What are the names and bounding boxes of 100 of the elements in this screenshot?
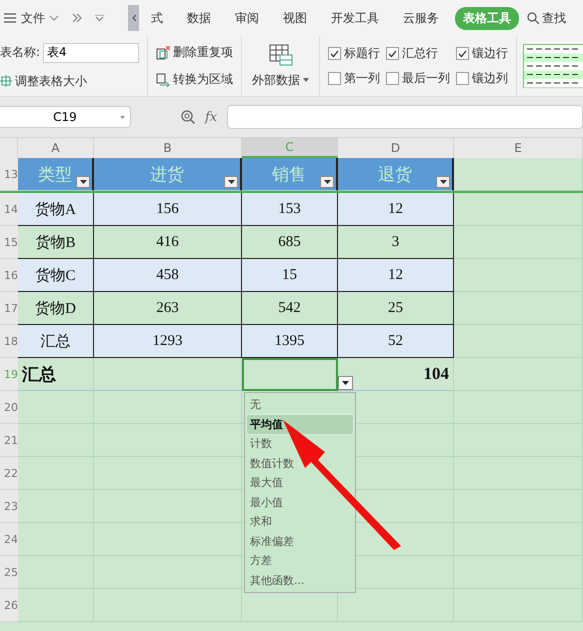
search-label[interactable]: 查找 <box>542 10 566 26</box>
dropdown-icon[interactable] <box>95 15 104 21</box>
dropdown-item[interactable]: 其他函数... <box>247 570 353 590</box>
row-number[interactable]: 25 <box>0 556 18 589</box>
dropdown-item[interactable]: 平均值 <box>247 414 353 434</box>
grid-cell[interactable] <box>94 523 242 556</box>
row-number[interactable]: 26 <box>0 589 18 622</box>
grid-cell[interactable] <box>454 490 583 523</box>
table-cell: 货物D <box>18 292 94 325</box>
row-number[interactable]: 21 <box>0 424 18 457</box>
ribbon-tab[interactable]: 云服务 <box>395 6 447 30</box>
dropdown-item[interactable]: 计数 <box>247 434 353 454</box>
dropdown-button[interactable] <box>338 376 353 390</box>
table-name-field[interactable]: 表4 <box>43 42 140 62</box>
grid-cell[interactable] <box>454 325 583 358</box>
grid-cell[interactable] <box>18 556 94 589</box>
grid-cell[interactable] <box>94 424 242 457</box>
checkbox-label[interactable]: 汇总行 <box>402 45 438 62</box>
row-number[interactable]: 23 <box>0 490 18 523</box>
checkbox[interactable] <box>456 72 470 85</box>
filter-button[interactable] <box>76 176 90 188</box>
table-cell: 52 <box>338 325 454 358</box>
zoom-icon[interactable] <box>181 110 195 124</box>
ribbon-tab[interactable]: 审阅 <box>227 6 267 30</box>
table-cell: 153 <box>242 193 338 226</box>
dropdown-item[interactable]: 方差 <box>247 551 353 570</box>
checkbox-label[interactable]: 镶边行 <box>472 45 508 62</box>
file-menu[interactable]: 文件 <box>21 10 45 26</box>
dropdown-item[interactable]: 求和 <box>247 512 353 532</box>
grid-cell[interactable] <box>454 556 583 589</box>
ribbon-tab[interactable]: 式 <box>143 6 171 30</box>
row-number[interactable]: 16 <box>0 259 18 292</box>
search-icon[interactable] <box>527 12 539 24</box>
convert-to-range-button[interactable]: 转换为区域 <box>156 71 234 88</box>
ribbon-tab[interactable]: 视图 <box>275 6 315 30</box>
grid-cell[interactable] <box>94 556 242 589</box>
dropdown-item[interactable]: 无 <box>247 395 353 414</box>
checkbox[interactable] <box>328 47 342 60</box>
checkbox[interactable] <box>328 72 342 85</box>
grid-cell[interactable] <box>18 523 94 556</box>
dropdown-item[interactable]: 最大值 <box>247 473 353 492</box>
filter-button[interactable] <box>320 176 334 188</box>
row-number[interactable]: 24 <box>0 523 18 556</box>
checkbox-label[interactable]: 标题行 <box>344 45 380 62</box>
fx-label[interactable]: fx <box>205 110 218 124</box>
grid-cell[interactable] <box>454 193 583 226</box>
menu-icon[interactable] <box>4 13 16 23</box>
name-box[interactable]: C19 <box>0 106 131 128</box>
row-number[interactable]: 13 <box>0 158 18 191</box>
grid-cell[interactable] <box>94 391 242 424</box>
table-style-thumbnail[interactable] <box>523 44 583 88</box>
grid-cell[interactable] <box>454 358 583 391</box>
row-number[interactable]: 15 <box>0 226 18 259</box>
grid-cell[interactable] <box>94 358 242 391</box>
caret-icon <box>228 180 234 184</box>
filter-button[interactable] <box>224 176 238 188</box>
grid-cell[interactable] <box>18 391 94 424</box>
row-number[interactable]: 18 <box>0 325 18 358</box>
checkbox-label[interactable]: 第一列 <box>344 70 380 87</box>
grid-cell[interactable] <box>18 589 94 622</box>
grid-cell[interactable] <box>454 424 583 457</box>
checkbox-label[interactable]: 最后一列 <box>402 70 450 87</box>
formula-input[interactable] <box>227 105 583 129</box>
grid-cell[interactable] <box>18 424 94 457</box>
dropdown-item[interactable]: 最小值 <box>247 492 353 512</box>
filter-button[interactable] <box>436 176 450 188</box>
table-header-cell-text: 退货 <box>378 164 412 186</box>
grid-cell[interactable] <box>18 457 94 490</box>
checkbox[interactable] <box>386 47 400 60</box>
external-data-button[interactable]: 外部数据 <box>242 36 320 96</box>
grid-cell[interactable] <box>94 457 242 490</box>
dropdown-item[interactable]: 数值计数 <box>247 454 353 473</box>
selected-cell[interactable] <box>242 358 338 391</box>
grid-cell[interactable] <box>454 226 583 259</box>
grid-cell[interactable] <box>94 490 242 523</box>
checkbox-label[interactable]: 镶边列 <box>472 70 508 87</box>
grid-cell[interactable] <box>454 457 583 490</box>
grid-cell[interactable] <box>94 589 242 622</box>
checkbox[interactable] <box>456 47 470 60</box>
grid-cell[interactable] <box>454 292 583 325</box>
chevron-down-icon[interactable] <box>50 16 58 20</box>
grid-cell[interactable] <box>454 259 583 292</box>
grid-cell[interactable] <box>454 391 583 424</box>
grid-cell[interactable] <box>18 490 94 523</box>
resize-table-button[interactable]: 调整表格大小 <box>0 72 140 90</box>
ribbon-tab[interactable]: 数据 <box>179 6 219 30</box>
scroll-left-button[interactable] <box>128 5 139 31</box>
double-chevron-icon[interactable] <box>73 14 82 22</box>
row-number[interactable]: 17 <box>0 292 18 325</box>
dropdown-item[interactable]: 标准偏差 <box>247 532 353 551</box>
row-number[interactable]: 22 <box>0 457 18 490</box>
grid-cell[interactable] <box>454 158 583 191</box>
grid-cell[interactable] <box>454 523 583 556</box>
row-number[interactable]: 14 <box>0 193 18 226</box>
row-number[interactable]: 20 <box>0 391 18 424</box>
remove-duplicates-button[interactable]: 删除重复项 <box>156 44 234 61</box>
checkbox[interactable] <box>386 72 400 85</box>
ribbon-tab[interactable]: 开发工具 <box>323 6 387 30</box>
grid-cell[interactable] <box>454 589 583 622</box>
table-cell: 货物B <box>18 226 94 259</box>
